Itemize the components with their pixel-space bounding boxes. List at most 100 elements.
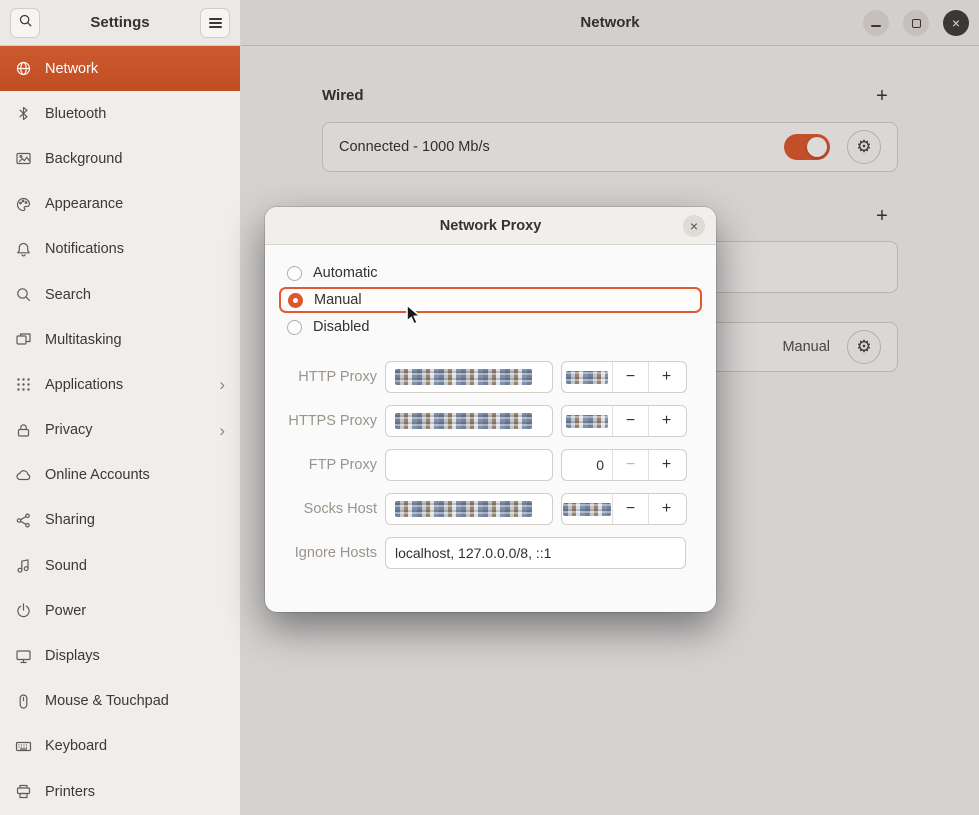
sidebar-item-displays[interactable]: Displays: [0, 633, 240, 678]
increment-button[interactable]: +: [648, 406, 684, 436]
increment-button[interactable]: +: [648, 362, 684, 392]
background-icon: [15, 150, 32, 167]
wired-settings-button[interactable]: ⚙: [847, 130, 881, 164]
sidebar-item-keyboard[interactable]: Keyboard: [0, 724, 240, 769]
sidebar-item-search[interactable]: Search: [0, 272, 240, 317]
mouse-touchpad-icon: [15, 693, 32, 710]
ignore-hosts-input[interactable]: localhost, 127.0.0.0/8, ::1: [385, 537, 686, 569]
redacted-value: [563, 503, 611, 516]
decrement-button[interactable]: −: [612, 406, 648, 436]
minus-icon: −: [626, 412, 635, 430]
plus-icon: +: [662, 368, 671, 386]
sidebar-item-label: Power: [45, 603, 225, 619]
sidebar-item-privacy[interactable]: Privacy ›: [0, 408, 240, 453]
ftp-proxy-input[interactable]: [385, 449, 553, 481]
sidebar-title: Settings: [40, 14, 200, 31]
increment-button[interactable]: +: [648, 494, 684, 524]
plus-icon: +: [662, 412, 671, 430]
sidebar-item-background[interactable]: Background: [0, 136, 240, 181]
add-wired-button[interactable]: +: [869, 83, 895, 109]
sidebar-item-applications[interactable]: Applications ›: [0, 362, 240, 407]
sidebar-item-appearance[interactable]: Appearance: [0, 182, 240, 227]
field-label: HTTPS Proxy: [279, 413, 377, 429]
wired-toggle[interactable]: [784, 134, 830, 160]
plus-icon: +: [876, 85, 888, 108]
maximize-button[interactable]: [903, 10, 929, 36]
decrement-button[interactable]: −: [612, 450, 648, 480]
sidebar-item-mouse-touchpad[interactable]: Mouse & Touchpad: [0, 679, 240, 724]
port-value[interactable]: [562, 362, 612, 392]
sidebar-item-label: Bluetooth: [45, 106, 225, 122]
sidebar-item-printers[interactable]: Printers: [0, 769, 240, 814]
sidebar-item-power[interactable]: Power: [0, 588, 240, 633]
hamburger-icon: [209, 22, 222, 24]
gear-icon: ⚙: [856, 337, 871, 357]
radio-disabled[interactable]: Disabled: [279, 315, 702, 339]
radio-icon: [287, 266, 302, 281]
socks-host-row: Socks Host − +: [279, 493, 702, 525]
proxy-form: HTTP Proxy − + HTTPS Proxy − + FTP Pro: [279, 361, 702, 569]
sidebar-item-notifications[interactable]: Notifications: [0, 227, 240, 272]
wired-connection-row[interactable]: Connected - 1000 Mb/s ⚙: [322, 122, 898, 172]
sidebar-item-bluetooth[interactable]: Bluetooth: [0, 91, 240, 136]
minimize-button[interactable]: [863, 10, 889, 36]
sidebar-item-online-accounts[interactable]: Online Accounts: [0, 453, 240, 498]
https-proxy-row: HTTPS Proxy − +: [279, 405, 702, 437]
sidebar-item-label: Sound: [45, 558, 225, 574]
page-title: Network: [580, 14, 639, 31]
sidebar-item-label: Appearance: [45, 196, 225, 212]
port-value[interactable]: 0: [562, 450, 612, 480]
field-label: Socks Host: [279, 501, 377, 517]
appearance-icon: [15, 196, 32, 213]
add-vpn-button[interactable]: +: [869, 203, 895, 229]
radio-automatic[interactable]: Automatic: [279, 261, 702, 285]
search-button[interactable]: [10, 8, 40, 38]
sidebar-item-sharing[interactable]: Sharing: [0, 498, 240, 543]
https-proxy-input[interactable]: [385, 405, 553, 437]
chevron-right-icon: ›: [219, 376, 225, 393]
port-value[interactable]: [562, 494, 612, 524]
decrement-button[interactable]: −: [612, 494, 648, 524]
radio-manual[interactable]: Manual: [279, 287, 702, 313]
sidebar-item-label: Privacy: [45, 422, 206, 438]
decrement-button[interactable]: −: [612, 362, 648, 392]
sharing-icon: [15, 512, 32, 529]
redacted-value: [395, 369, 532, 385]
chevron-right-icon: ›: [219, 422, 225, 439]
notifications-icon: [15, 241, 32, 258]
close-icon: ×: [952, 15, 960, 31]
sidebar-item-network[interactable]: Network: [0, 46, 240, 91]
sidebar-item-label: Search: [45, 287, 225, 303]
ftp-proxy-row: FTP Proxy 0 − +: [279, 449, 702, 481]
socks-host-input[interactable]: [385, 493, 553, 525]
dialog-close-button[interactable]: ×: [683, 215, 705, 237]
sidebar-item-sound[interactable]: Sound: [0, 543, 240, 588]
radio-label: Manual: [314, 292, 362, 308]
close-button[interactable]: ×: [943, 10, 969, 36]
http-proxy-input[interactable]: [385, 361, 553, 393]
dialog-headerbar[interactable]: Network Proxy ×: [265, 207, 716, 245]
ftp-port-stepper: 0 − +: [561, 449, 687, 481]
port-value[interactable]: [562, 406, 612, 436]
minus-icon: −: [626, 456, 635, 474]
sidebar-item-label: Printers: [45, 784, 225, 800]
increment-button[interactable]: +: [648, 450, 684, 480]
toggle-knob: [807, 137, 827, 157]
plus-icon: +: [662, 500, 671, 518]
minimize-icon: [871, 25, 881, 27]
privacy-icon: [15, 422, 32, 439]
radio-selected-icon: [288, 293, 303, 308]
socks-port-stepper: − +: [561, 493, 687, 525]
sidebar-item-multitasking[interactable]: Multitasking: [0, 317, 240, 362]
multitasking-icon: [15, 331, 32, 348]
proxy-settings-button[interactable]: ⚙: [847, 330, 881, 364]
sidebar-item-label: Network: [45, 61, 225, 77]
minus-icon: −: [626, 368, 635, 386]
sidebar-item-label: Sharing: [45, 512, 225, 528]
close-icon: ×: [690, 218, 698, 234]
menu-button[interactable]: [200, 8, 230, 38]
proxy-mode-value: Manual: [782, 339, 830, 355]
gear-icon: ⚙: [856, 137, 871, 157]
online-accounts-icon: [15, 467, 32, 484]
search-icon: [18, 13, 33, 33]
